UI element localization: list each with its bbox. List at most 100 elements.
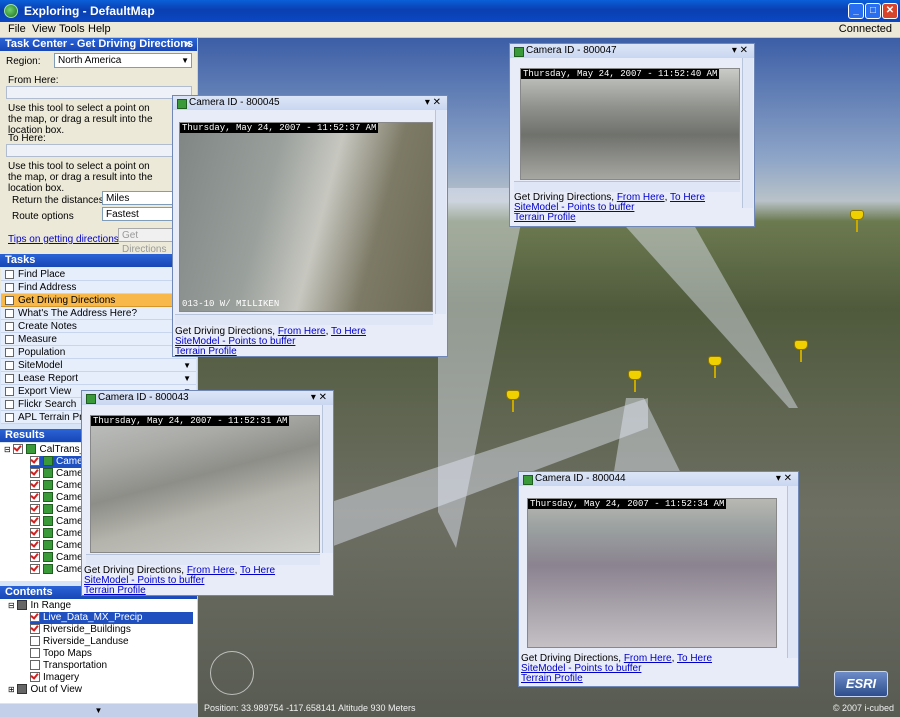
pushpin-icon[interactable] [708,356,722,378]
get-directions-button[interactable]: Get Directions [118,228,180,255]
popup-titlebar[interactable]: Camera ID - 800045 ▾ ✕ [173,96,447,110]
region-label: Region: [6,56,41,67]
in-range-group[interactable]: ⊟ In Range [8,600,71,612]
camera-popup-800047[interactable]: Camera ID - 800047 ▾ ✕ Thursday, May 24, … [509,43,755,227]
layer-item[interactable]: Riverside_Landuse [30,636,129,648]
checkbox[interactable] [30,456,40,467]
popup-close-icon[interactable]: ▾ ✕ [311,391,327,405]
menu-view[interactable]: View [32,23,56,35]
close-button[interactable]: ✕ [882,3,898,19]
results-root[interactable]: ⊟ CalTrans_A [4,444,92,456]
terrain-profile-link[interactable]: Terrain Profile [84,585,146,596]
menu-file[interactable]: File [8,23,26,35]
layer-item[interactable]: Live_Data_MX_Precip [30,612,193,624]
checkbox[interactable] [30,504,40,515]
camera-popup-800044[interactable]: Camera ID - 800044 ▾ ✕ Thursday, May 24, … [518,471,799,687]
camera-popup-800043[interactable]: Camera ID - 800043 ▾ ✕ Thursday, May 24, … [81,390,334,596]
checkbox[interactable] [30,624,40,635]
distance-units-select[interactable]: Miles [102,191,182,205]
checkbox[interactable] [30,636,40,647]
popup-titlebar[interactable]: Camera ID - 800043 ▾ ✕ [82,391,333,405]
region-select[interactable]: North America ▼ [54,53,192,68]
task-measure[interactable]: Measure [1,333,196,346]
popup-vertical-scrollbar[interactable] [435,110,446,314]
from-location-box[interactable] [6,86,192,99]
pushpin-icon[interactable] [628,370,642,392]
popup-horizontal-scrollbar[interactable] [86,554,320,565]
chevron-down-icon: ▼ [181,56,189,65]
pushpin-icon[interactable] [850,210,864,232]
task-create-notes[interactable]: Create Notes [1,320,196,333]
popup-links: Get Driving Directions, From Here, To He… [175,326,367,357]
checkbox[interactable] [30,672,40,683]
checkbox[interactable] [30,564,40,575]
popup-close-icon[interactable]: ▾ ✕ [425,96,441,110]
popup-horizontal-scrollbar[interactable] [514,181,740,192]
panel-resize-handle[interactable]: ▼ [0,704,197,717]
task-find-address[interactable]: Find Address [1,281,196,294]
checkbox[interactable] [30,480,40,491]
checkbox[interactable] [30,552,40,563]
to-here-link[interactable]: To Here [677,653,712,664]
camera-popup-800045[interactable]: Camera ID - 800045 ▾ ✕ Thursday, May 24, … [172,95,448,357]
tips-link[interactable]: Tips on getting directions [8,234,119,245]
popup-title: Camera ID - 800044 [535,473,626,484]
checkbox[interactable] [30,516,40,527]
task-population[interactable]: Population [1,346,196,359]
layer-item[interactable]: Transportation [30,660,107,672]
collapse-chevron-icon[interactable]: » [185,38,191,51]
checkbox[interactable] [30,660,40,671]
popup-vertical-scrollbar[interactable] [787,486,798,658]
navigation-control-icon[interactable] [210,651,254,695]
pushpin-icon[interactable] [794,340,808,362]
popup-titlebar[interactable]: Camera ID - 800047 ▾ ✕ [510,44,754,58]
menu-help[interactable]: Help [88,23,111,35]
checkbox[interactable] [30,492,40,503]
expand-icon[interactable]: ⊞ [8,685,15,694]
dropdown-arrow-icon[interactable]: ▼ [183,359,191,372]
maximize-button[interactable]: □ [865,3,881,19]
checkbox[interactable] [30,528,40,539]
layer-item[interactable]: Riverside_Buildings [30,624,131,636]
task-whats-the-address[interactable]: What's The Address Here? [1,307,196,320]
checkbox[interactable] [30,612,40,623]
popup-title: Camera ID - 800045 [189,97,280,108]
minimize-button[interactable]: _ [848,3,864,19]
checkbox[interactable] [13,444,24,455]
popup-horizontal-scrollbar[interactable] [175,314,433,325]
popup-close-icon[interactable]: ▾ ✕ [776,472,792,486]
task-find-place[interactable]: Find Place [1,268,196,281]
layer-item[interactable]: Topo Maps [30,648,92,660]
camera-icon [86,394,96,404]
checkbox[interactable] [30,540,40,551]
popup-vertical-scrollbar[interactable] [322,405,333,553]
task-sitemodel[interactable]: SiteModel ▼ [1,359,196,372]
popup-title: Camera ID - 800047 [526,45,617,56]
route-options-select[interactable]: Fastest [102,207,182,221]
terrain-profile-link[interactable]: Terrain Profile [514,212,576,223]
to-here-link[interactable]: To Here [670,192,705,203]
to-here-link[interactable]: To Here [331,326,366,337]
layers-icon [17,600,28,611]
task-get-driving-directions[interactable]: Get Driving Directions [1,294,196,307]
popup-vertical-scrollbar[interactable] [742,58,753,208]
popup-titlebar[interactable]: Camera ID - 800044 ▾ ✕ [519,472,798,486]
pushpin-icon[interactable] [506,390,520,412]
collapse-icon[interactable]: ⊟ [4,445,11,454]
terrain-profile-link[interactable]: Terrain Profile [521,673,583,684]
collapse-icon[interactable]: ⊟ [8,601,15,610]
task-lease-report[interactable]: Lease Report ▼ [1,372,196,385]
checkbox[interactable] [30,468,40,479]
layer-item[interactable]: Imagery [30,672,79,684]
terrain-profile-link[interactable]: Terrain Profile [175,346,237,357]
checkbox[interactable] [30,648,40,659]
out-of-view-group[interactable]: ⊞ Out of View [8,684,82,696]
camera-icon [43,504,53,515]
to-here-link[interactable]: To Here [240,565,275,576]
from-label: From Here: [8,75,59,86]
to-location-box[interactable] [6,144,192,157]
out-of-view-label: Out of View [30,684,82,695]
menu-tools[interactable]: Tools [59,23,85,35]
dropdown-arrow-icon[interactable]: ▼ [183,372,191,385]
popup-close-icon[interactable]: ▾ ✕ [732,44,748,58]
